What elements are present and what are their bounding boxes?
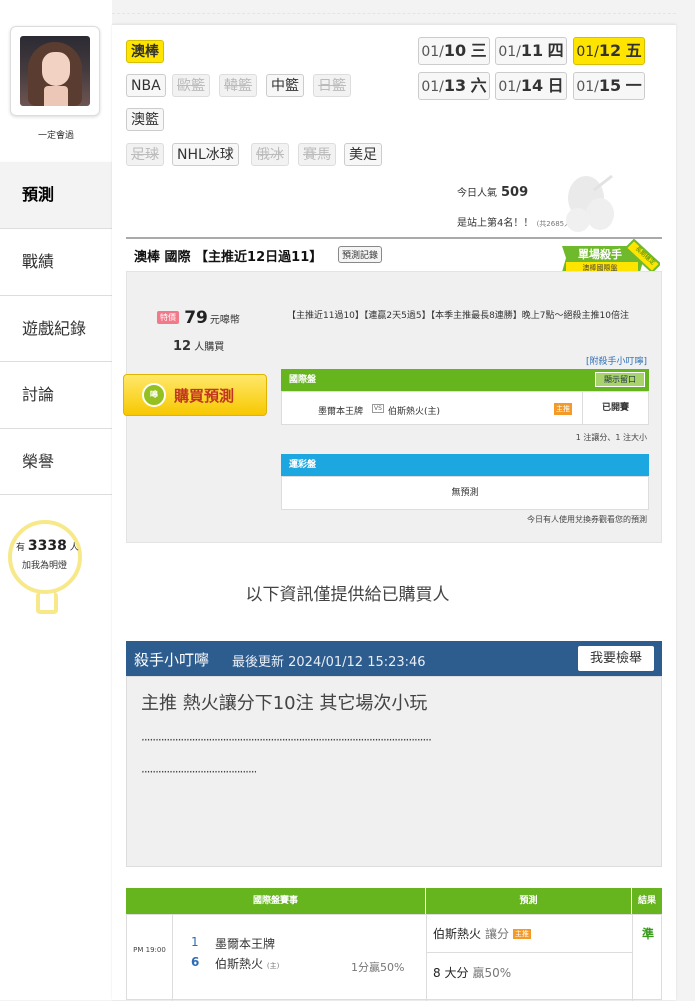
pick-description: 【主推近11過10】【連贏2天5過5】【本季主推最長8連勝】晚上7點～絕殺主推1…: [287, 311, 629, 321]
game-time: PM 19:00: [127, 915, 173, 1001]
killer-tip-body: 主推 熱火讓分下10注 其它場次小玩 ·····················…: [126, 676, 662, 867]
pick-body: 特價 79 元嗥幣 12 人購買 嗥 購買預測 【主推近11過10】【連贏2天5過…: [123, 271, 662, 543]
game-teams: 1 墨爾本王牌 6 伯斯熱火 (主) 1分贏50%: [173, 915, 427, 1001]
sidebar: 一定會過 預測 戰績 遊戲紀錄 討論 榮譽 有 3338 人 加我為明燈: [0, 0, 112, 1000]
main-pick-marker: 主推: [554, 403, 572, 415]
category-korea-basketball: 韓籃: [219, 74, 257, 97]
tip-title: 殺手小叮嚀: [134, 651, 210, 669]
international-game-row: 墨爾本王牌 VS 伯斯熱火(主) 主推 已開賽: [281, 391, 649, 425]
table-header-result: 結果: [632, 888, 662, 914]
popularity-value: 509: [501, 185, 529, 200]
today-popularity: 今日人氣 509: [457, 185, 529, 200]
category-american-football[interactable]: 美足: [344, 143, 382, 166]
category-aus-basketball[interactable]: 澳籃: [126, 108, 164, 131]
table-row: PM 19:00 1 墨爾本王牌 6 伯斯熱火 (主) 1分贏50% 伯斯熱火讓…: [126, 914, 662, 1001]
prediction-total: 8 大分 贏50%: [433, 966, 512, 980]
handicap: 1分贏50%: [351, 961, 405, 974]
units-info: 1 注讓分、1 注大小: [575, 433, 647, 442]
date-0110[interactable]: 01/10 三: [418, 37, 490, 65]
team2-number: 6: [191, 955, 200, 969]
ticket-note: 今日有人使用兌換券觀看您的預測: [527, 515, 647, 524]
buy-prediction-button[interactable]: 嗥 購買預測: [123, 374, 267, 416]
pick-title: 澳棒 國際 【主推近12日過11】: [134, 250, 323, 265]
lottery-odds-header: 運彩盤: [281, 454, 649, 476]
date-0114[interactable]: 01/14 日: [495, 72, 567, 100]
price-value: 79: [184, 308, 208, 328]
team1-name: 墨爾本王牌: [215, 937, 276, 951]
category-horse-racing: 賽馬: [298, 143, 336, 166]
tip-dots-line: ········································…: [141, 765, 257, 779]
avatar-frame[interactable]: [10, 26, 100, 116]
category-japan-basketball: 日籃: [313, 74, 351, 97]
lottery-row: 無預測: [281, 476, 649, 510]
date-0111[interactable]: 01/11 四: [495, 37, 567, 65]
sidebar-item-predictions[interactable]: 預測: [0, 162, 112, 228]
prediction-spread: 伯斯熱火 讓分 主推: [433, 927, 531, 941]
prediction-record-button[interactable]: 預測記錄: [338, 246, 383, 263]
follow-label[interactable]: 加我為明燈: [22, 558, 67, 571]
game-result: 準: [641, 927, 654, 941]
main-pick-marker: 主推: [512, 929, 531, 939]
sale-tag: 特價: [157, 311, 179, 324]
away-team: 伯斯熱火(主): [388, 407, 441, 417]
table-header-games: 國際盤賽事: [126, 888, 426, 914]
avatar[interactable]: [20, 36, 90, 106]
killer-tip-link[interactable]: [附殺手小叮嚀]: [586, 354, 647, 367]
buy-prediction-label: 購買預測: [174, 387, 235, 405]
buyers-count: 12 人購買: [173, 339, 225, 354]
killer-tip-header: 殺手小叮嚀 最後更新 2024/01/12 15:23:46 我要檢舉: [126, 641, 662, 676]
vs-icon: VS: [372, 404, 384, 413]
fans-count: 3338: [27, 538, 67, 554]
buyers-only-notice: 以下資訊僅提供給已購買人: [245, 585, 450, 605]
category-euro-basketball: 歐籃: [172, 74, 210, 97]
sidebar-item-record[interactable]: 戰績: [0, 228, 112, 294]
sidebar-item-game-log[interactable]: 遊戲紀錄: [0, 295, 112, 361]
category-aus-baseball[interactable]: 澳棒: [126, 40, 164, 63]
sidebar-item-honor[interactable]: 榮譽: [0, 428, 112, 495]
category-russia-hockey: 俄冰: [251, 143, 289, 166]
fans-prefix: 有: [16, 543, 26, 553]
date-0113[interactable]: 01/13 六: [418, 72, 490, 100]
category-china-basketball[interactable]: 中籃: [266, 74, 304, 97]
sidebar-item-discussion[interactable]: 討論: [0, 361, 112, 427]
report-button[interactable]: 我要檢舉: [577, 646, 654, 671]
badge-title: 單場殺手: [578, 247, 622, 261]
home-team: 墨爾本王牌: [318, 407, 364, 417]
tip-content: 主推 熱火讓分下10注 其它場次小玩: [141, 693, 428, 714]
date-0112[interactable]: 01/12 五: [573, 37, 645, 65]
team2-name: 伯斯熱火 (主): [215, 957, 280, 971]
category-soccer: 足球: [126, 143, 164, 166]
game-prediction: 伯斯熱火 讓分 主推 8 大分 贏50%: [427, 915, 633, 1001]
price: 特價 79 元嗥幣: [157, 308, 240, 328]
international-odds-header: 國際盤 顯示留口: [281, 369, 649, 391]
tip-dots-line: ········································…: [141, 733, 432, 747]
table-header-prediction: 預測: [426, 888, 632, 914]
date-0115[interactable]: 01/15 一: [573, 72, 645, 100]
tip-updated: 最後更新 2024/01/12 15:23:46: [232, 655, 426, 670]
game-status: 已開賽: [582, 392, 648, 424]
category-nba[interactable]: NBA: [126, 74, 166, 97]
fans-suffix: 人: [69, 543, 79, 553]
show-note-button[interactable]: 顯示留口: [595, 372, 645, 387]
category-nhl[interactable]: NHL冰球: [172, 143, 239, 166]
user-nickname: 一定會過: [37, 131, 74, 141]
coin-icon: 嗥: [142, 383, 166, 407]
team1-number: 1: [191, 935, 199, 949]
